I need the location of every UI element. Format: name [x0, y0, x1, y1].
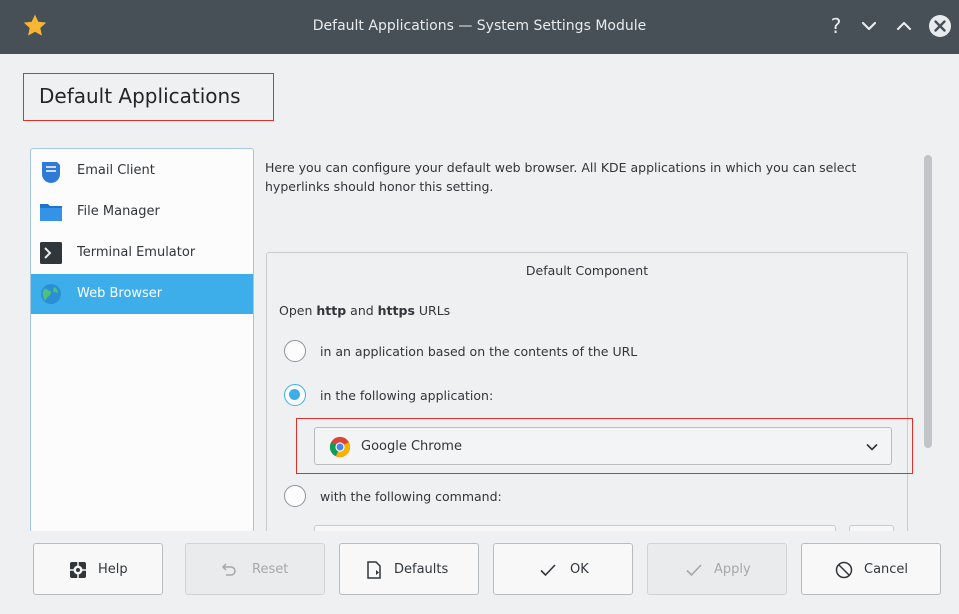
- cancel-button-label: Cancel: [864, 562, 909, 577]
- help-icon: [70, 562, 86, 578]
- defaults-button-label: Defaults: [394, 562, 449, 577]
- minimize-icon[interactable]: [857, 14, 881, 38]
- apply-button[interactable]: Apply: [647, 543, 787, 595]
- sidebar-item-label: Terminal Emulator: [77, 245, 196, 260]
- globe-icon: [41, 284, 61, 304]
- apply-button-label: Apply: [714, 562, 751, 577]
- checkmark-icon: [686, 564, 702, 577]
- ok-button[interactable]: OK: [493, 543, 633, 595]
- sidebar: Email Client File Manager Terminal Emula…: [30, 148, 254, 538]
- sidebar-item-web-browser[interactable]: Web Browser: [31, 274, 253, 314]
- browser-select-value: Google Chrome: [361, 439, 462, 454]
- reset-button[interactable]: Reset: [185, 543, 325, 595]
- checkmark-icon: [540, 564, 556, 577]
- help-button-label: Help: [98, 562, 128, 577]
- sidebar-item-label: Web Browser: [77, 286, 163, 301]
- group-title: Default Component: [525, 263, 649, 278]
- help-button[interactable]: Help: [33, 543, 163, 595]
- close-icon[interactable]: [928, 14, 952, 38]
- chrome-icon: [329, 436, 351, 458]
- radio-following-application[interactable]: [284, 384, 306, 406]
- page-title: Default Applications: [39, 84, 241, 108]
- folder-icon: [40, 204, 62, 221]
- chevron-down-icon: [866, 443, 878, 451]
- email-icon: [42, 162, 60, 183]
- cancel-button[interactable]: Cancel: [801, 543, 941, 595]
- cancel-icon: [835, 561, 853, 579]
- page-description: Here you can configure your default web …: [265, 160, 857, 194]
- help-window-button[interactable]: ?: [824, 14, 848, 38]
- window-title: Default Applications — System Settings M…: [312, 18, 647, 34]
- defaults-button[interactable]: Defaults: [339, 543, 479, 595]
- browser-select[interactable]: Google Chrome: [314, 427, 892, 465]
- ok-button-label: OK: [570, 562, 589, 577]
- document-defaults-icon: [367, 561, 381, 579]
- radio-url-contents[interactable]: [284, 340, 306, 362]
- sidebar-item-file-manager[interactable]: File Manager: [31, 192, 253, 232]
- sidebar-item-terminal-emulator[interactable]: Terminal Emulator: [31, 233, 253, 273]
- sidebar-item-label: Email Client: [77, 163, 155, 178]
- sidebar-item-label: File Manager: [77, 204, 160, 219]
- scrollbar[interactable]: [924, 155, 932, 448]
- radio-following-command[interactable]: [284, 485, 306, 507]
- radio-label-following-command: with the following command:: [320, 489, 502, 504]
- terminal-icon: [40, 242, 62, 264]
- radio-label-url-contents: in an application based on the contents …: [320, 344, 638, 359]
- undo-icon: [221, 563, 236, 576]
- window-titlebar: Default Applications — System Settings M…: [0, 0, 959, 54]
- sidebar-item-email-client[interactable]: Email Client: [31, 151, 253, 191]
- open-urls-label: Open http and https URLs: [279, 303, 451, 318]
- maximize-icon[interactable]: [892, 14, 916, 38]
- reset-button-label: Reset: [252, 562, 289, 577]
- radio-label-following-application: in the following application:: [320, 388, 494, 403]
